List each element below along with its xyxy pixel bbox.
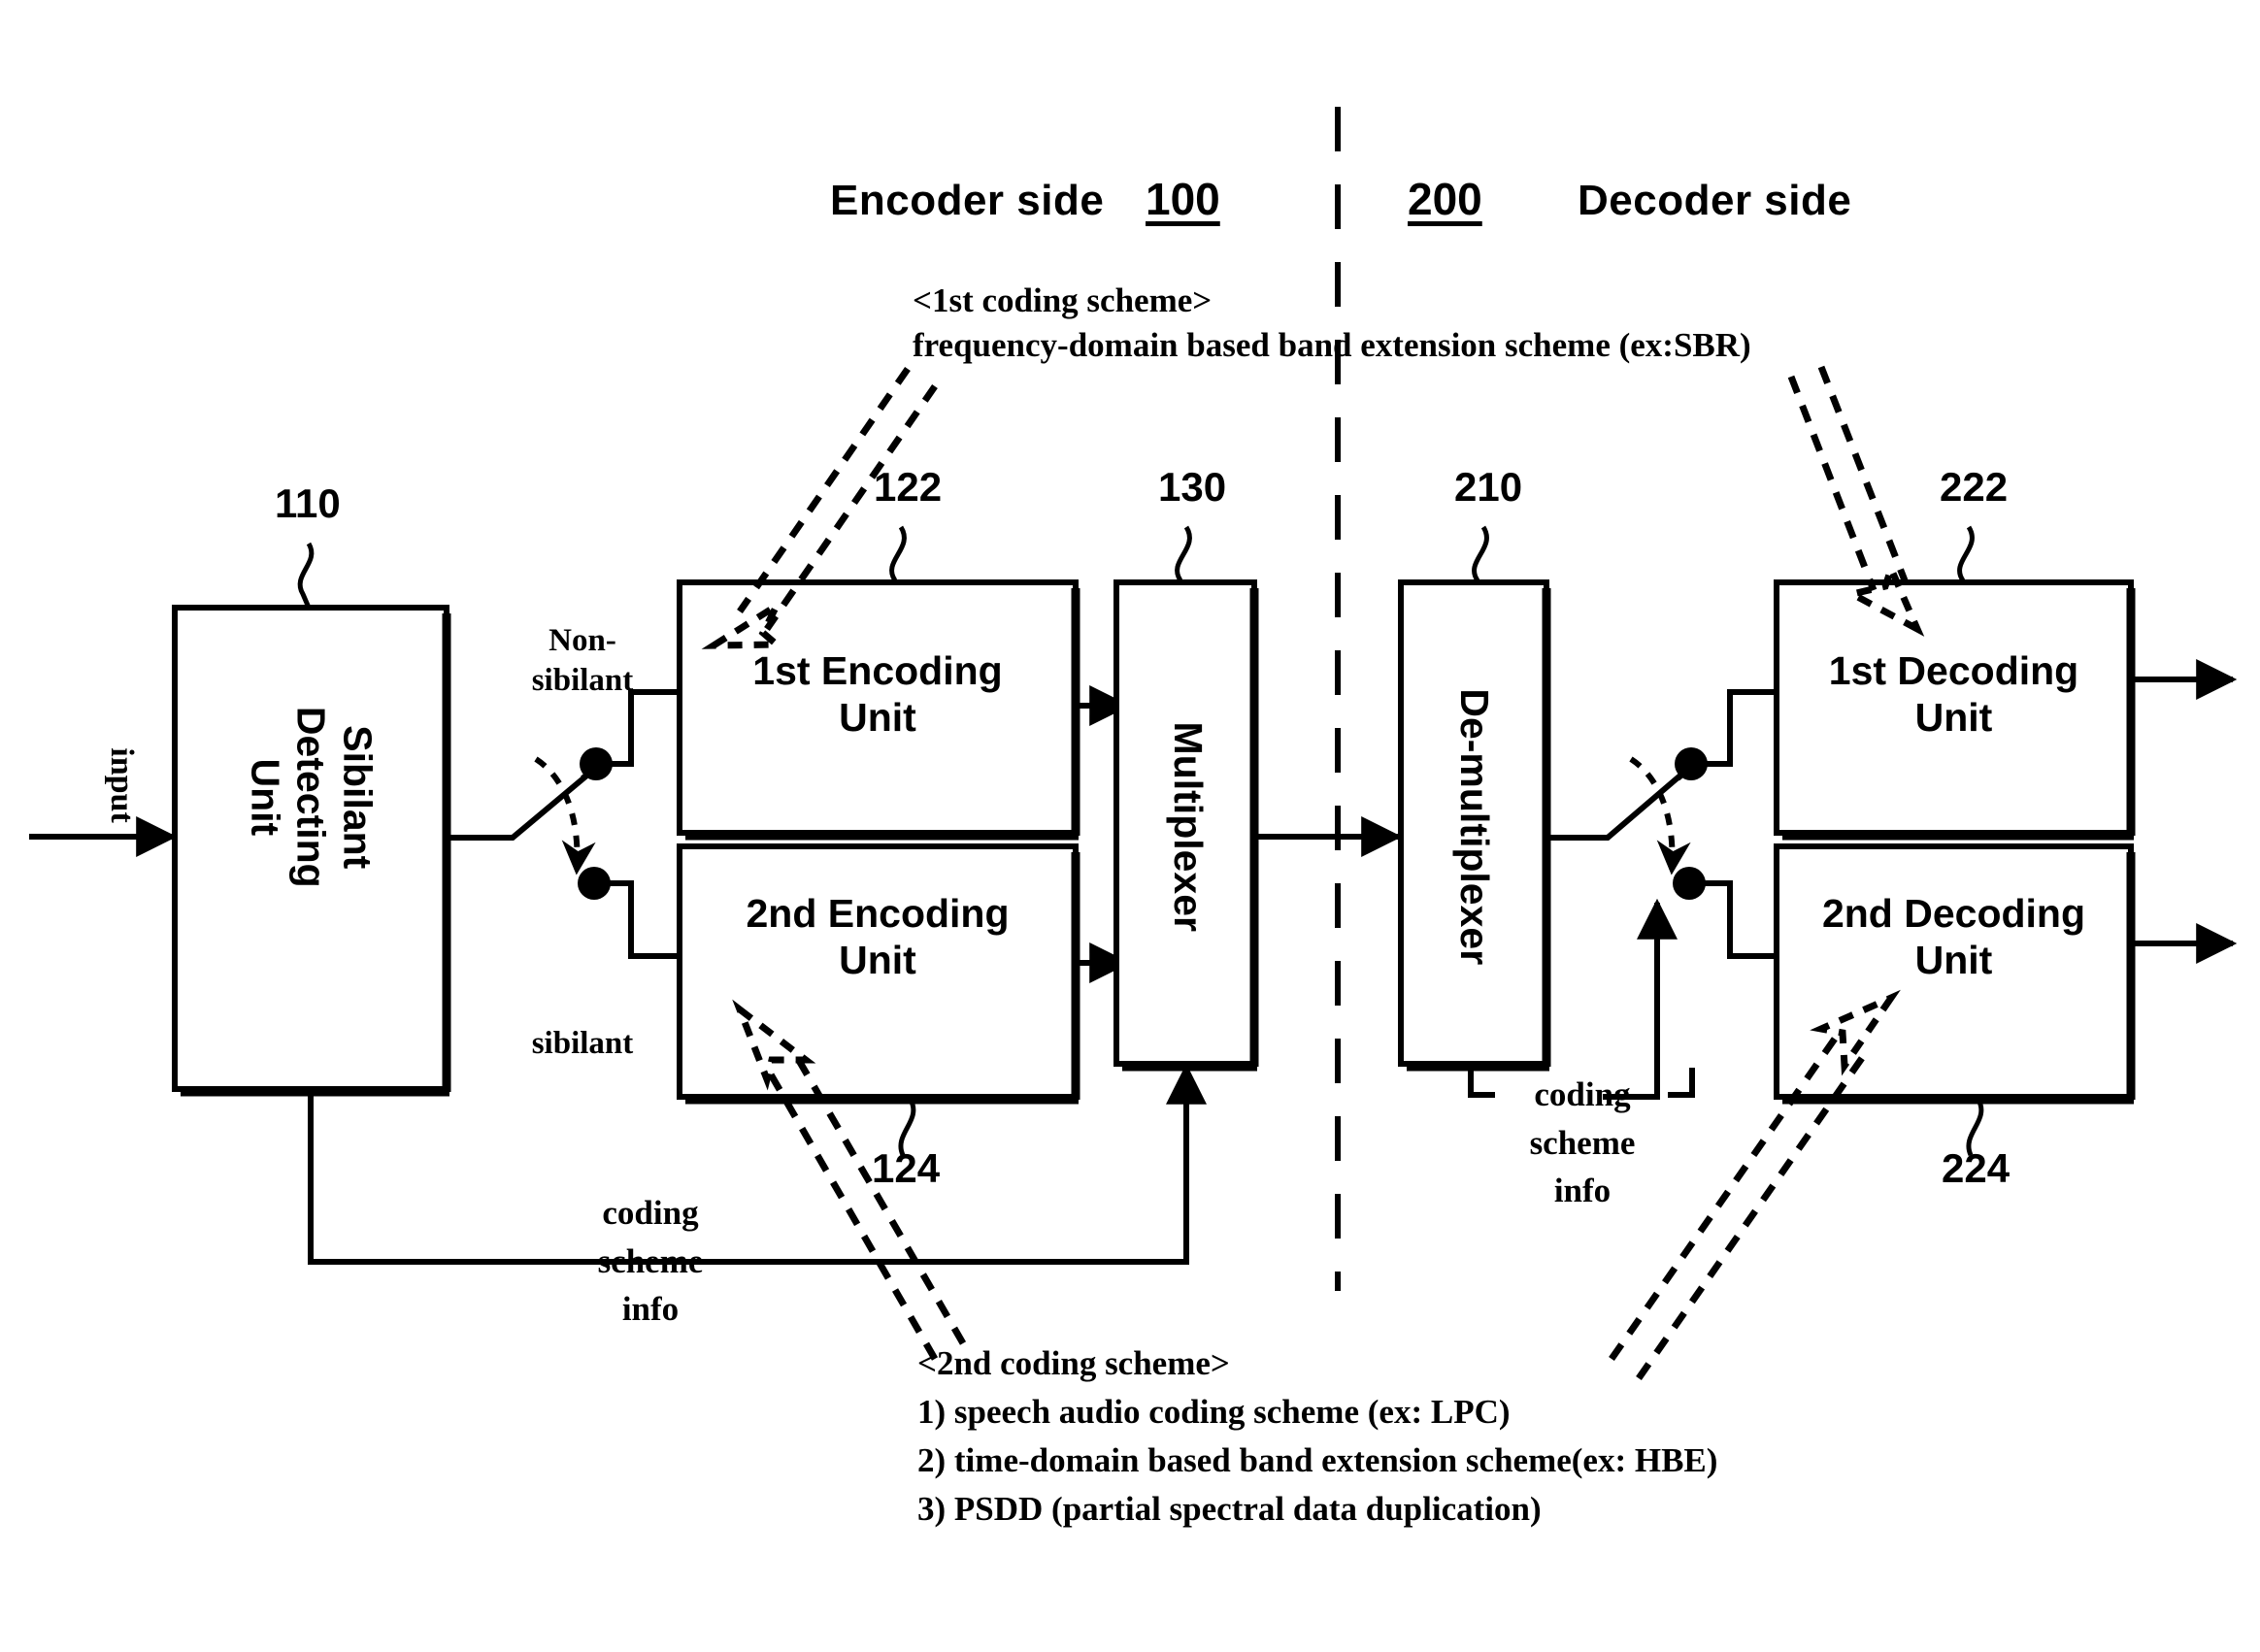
- decoder-side-number: 200: [1408, 174, 1482, 224]
- first-coding-scheme-title: <1st coding scheme>: [913, 281, 1213, 319]
- switch-contact-lower: [578, 867, 611, 900]
- first-encoding-unit-label: 1st Encoding Unit: [752, 648, 1003, 740]
- encoder-side-number: 100: [1146, 174, 1220, 224]
- second-decoding-unit-label: 2nd Decoding Unit: [1821, 891, 2086, 982]
- decoder-switch-contact-upper: [1675, 747, 1708, 780]
- second-encoding-unit-label: 2nd Encoding Unit: [746, 891, 1010, 982]
- decoder-coding-scheme-info-arrow: [1603, 898, 1678, 1100]
- ref-number-130: 130: [1158, 464, 1227, 510]
- ref-number-124: 124: [872, 1145, 941, 1191]
- sibilant-label: sibilant: [531, 1026, 634, 1061]
- encoder-switch: [449, 689, 680, 959]
- second-coding-scheme-item-1: 1) speech audio coding scheme (ex: LPC): [917, 1393, 1511, 1431]
- decoder-switch-contact-lower: [1673, 867, 1706, 900]
- ref-number-122: 122: [874, 464, 943, 510]
- decoder-switch: [1547, 689, 1777, 959]
- second-coding-scheme-item-3: 3) PSDD (partial spectral data duplicati…: [917, 1490, 1542, 1528]
- multiplexer-label: Multiplexer: [1165, 721, 1211, 932]
- second-coding-scheme-title: <2nd coding scheme>: [917, 1344, 1230, 1382]
- leader-110: [297, 542, 315, 609]
- encoder-coding-scheme-info-label: coding scheme info: [597, 1194, 704, 1329]
- demultiplexer-label: De-multiplexer: [1451, 688, 1497, 966]
- decoder-side-label: Decoder side: [1578, 177, 1852, 224]
- leader-210: [1472, 525, 1489, 582]
- non-sibilant-label: Non- sibilant: [531, 623, 634, 699]
- patent-figure-canvas: Encoder side 100 200 Decoder side <1st c…: [0, 0, 2260, 1652]
- input-label: input: [104, 747, 141, 823]
- first-coding-scheme-detail: frequency-domain based band extension sc…: [913, 326, 1751, 364]
- decoder-coding-scheme-info-label: coding scheme info: [1529, 1075, 1636, 1210]
- ref-number-210: 210: [1454, 464, 1523, 510]
- leader-122: [889, 525, 907, 582]
- leader-222: [1957, 525, 1975, 582]
- decoder-output-arrows: [2133, 659, 2238, 964]
- first-decoding-unit-label: 1st Decoding Unit: [1828, 648, 2079, 740]
- encoder-side-label: Encoder side: [830, 177, 1105, 224]
- leader-130: [1175, 525, 1192, 582]
- sibilant-detecting-unit-label: Sibilant Detecting Unit: [243, 706, 381, 888]
- switch-contact-upper: [580, 747, 613, 780]
- ref-number-222: 222: [1940, 464, 2009, 510]
- second-coding-scheme-item-2: 2) time-domain based band extension sche…: [917, 1441, 1718, 1479]
- ref-number-224: 224: [1942, 1145, 2011, 1191]
- ref-number-110: 110: [275, 480, 341, 526]
